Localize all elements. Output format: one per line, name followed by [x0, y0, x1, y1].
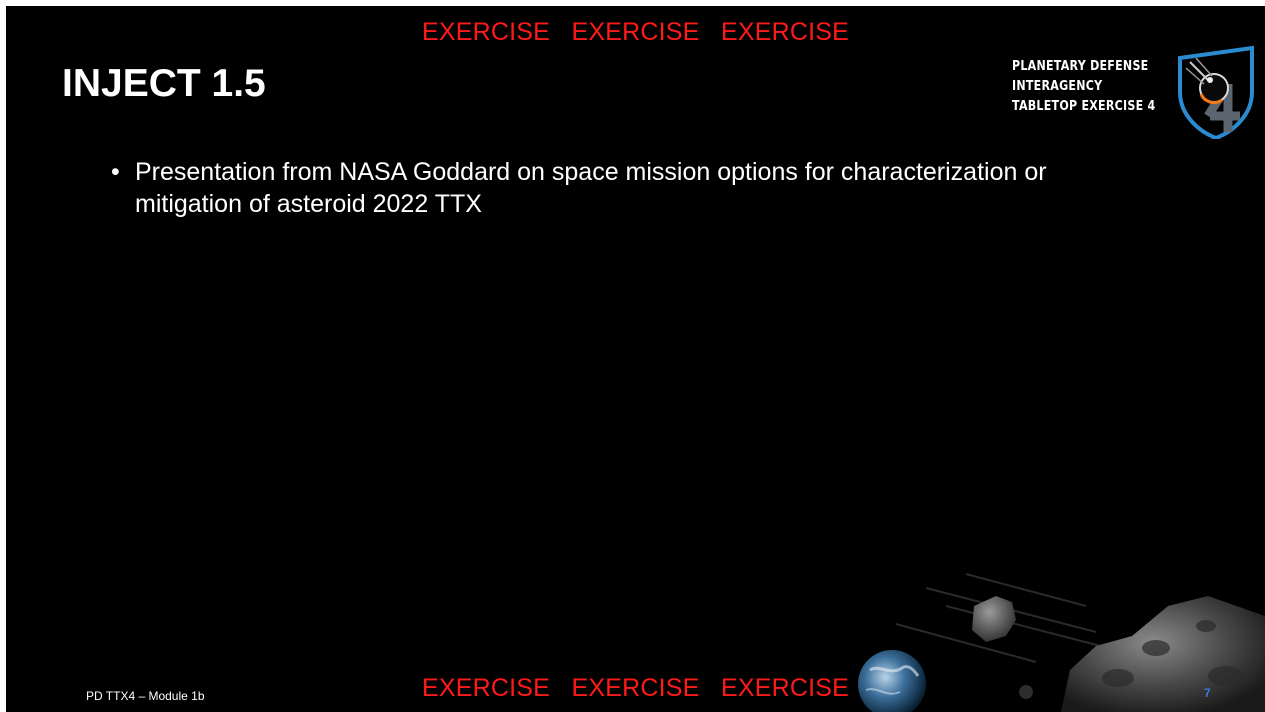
- bullet-text: Presentation from NASA Goddard on space …: [135, 158, 1047, 218]
- bullet-item: • Presentation from NASA Goddard on spac…: [109, 156, 1069, 220]
- logo-line-1: PLANETARY DEFENSE: [1012, 58, 1149, 74]
- logo-line-3: TABLETOP EXERCISE 4: [1012, 98, 1156, 114]
- exercise-banner-top: EXERCISE EXERCISE EXERCISE: [422, 18, 849, 46]
- slide-title: INJECT 1.5: [62, 62, 266, 105]
- page-number: 7: [1204, 686, 1211, 700]
- logo-text: PLANETARY DEFENSE INTERAGENCY TABLETOP E…: [1012, 56, 1155, 116]
- slide: EXERCISE EXERCISE EXERCISE INJECT 1.5 PL…: [6, 6, 1265, 712]
- bullet-marker: •: [111, 158, 120, 186]
- planetary-defense-shield-icon: [1178, 45, 1254, 139]
- footer-module-label: PD TTX4 – Module 1b: [86, 689, 205, 703]
- logo-line-2: INTERAGENCY: [1012, 78, 1103, 94]
- ttx4-logo: PLANETARY DEFENSE INTERAGENCY TABLETOP E…: [1012, 44, 1262, 139]
- bullet-list: • Presentation from NASA Goddard on spac…: [109, 156, 1069, 220]
